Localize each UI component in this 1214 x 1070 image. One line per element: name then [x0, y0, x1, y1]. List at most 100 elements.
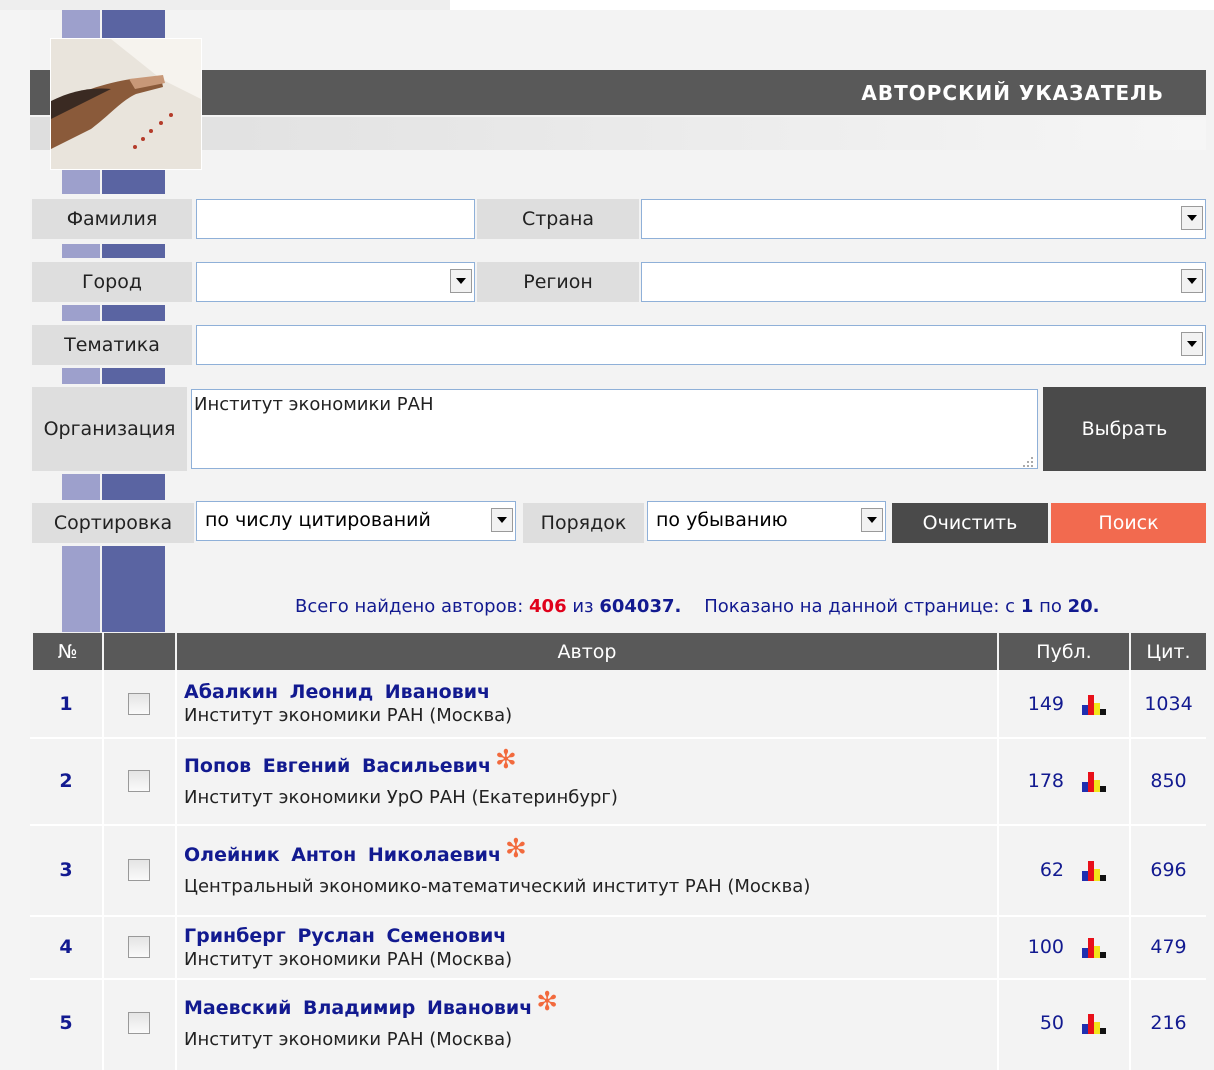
author-organization: Институт экономики РАН (Москва) [184, 705, 513, 726]
page-top-background [0, 0, 450, 10]
bar-chart-icon[interactable] [1082, 936, 1108, 958]
chevron-down-icon[interactable] [1181, 269, 1203, 293]
results-summary: Всего найдено авторов: 406 из 604037. По… [295, 596, 1100, 617]
table-row: 3 Олейник Антон Николаевич ✻ Центральный … [30, 827, 1206, 913]
row-number: 3 [59, 859, 73, 881]
country-select[interactable] [641, 199, 1206, 239]
resize-handle-icon[interactable] [1021, 452, 1035, 467]
citations-count-link[interactable]: 1034 [1131, 672, 1206, 735]
bar-chart-icon[interactable] [1082, 770, 1108, 792]
sort-select[interactable]: по числу цитирований [196, 501, 516, 541]
search-button[interactable]: Поиск [1051, 503, 1206, 543]
decor-stripe [102, 168, 165, 194]
row-divider [30, 824, 1206, 826]
column-header-num: № [33, 633, 102, 670]
row-number: 2 [59, 770, 73, 792]
city-select[interactable] [196, 262, 475, 302]
shown-from: 1 [1020, 596, 1034, 617]
organization-textarea[interactable]: Институт экономики РАН [191, 389, 1038, 469]
decor-stripe [102, 368, 165, 384]
row-number: 5 [59, 1012, 73, 1034]
chevron-down-icon[interactable] [1181, 206, 1203, 230]
citations-count-link[interactable]: 216 [1131, 981, 1206, 1065]
row-checkbox[interactable] [128, 1012, 150, 1034]
order-select[interactable]: по убыванию [647, 501, 886, 541]
clear-button[interactable]: Очистить [892, 503, 1048, 543]
row-divider [30, 978, 1206, 980]
bar-chart-icon[interactable] [1082, 693, 1108, 715]
publications-cell: 178 [1000, 740, 1108, 822]
column-header-publications[interactable]: Публ. [999, 633, 1129, 670]
table-row: 1 Абалкин Леонид Иванович Институт эконо… [30, 672, 1206, 735]
row-checkbox-cell [128, 918, 150, 976]
decor-stripe [102, 474, 165, 500]
column-header-citations[interactable]: Цит. [1131, 633, 1206, 670]
row-divider [30, 915, 1206, 917]
decor-stripe [62, 368, 100, 384]
citations-count-link[interactable]: 479 [1131, 918, 1206, 976]
author-name-link[interactable]: Попов Евгений Васильевич [184, 755, 491, 777]
publications-cell: 62 [1000, 827, 1108, 913]
region-select[interactable] [641, 262, 1206, 302]
found-count: 406 [529, 596, 567, 617]
citations-count-link[interactable]: 696 [1131, 827, 1206, 913]
author-organization: Институт экономики РАН (Москва) [184, 948, 513, 970]
decor-stripe [62, 546, 100, 632]
table-row: 5 Маевский Владимир Иванович ✻ Институт э… [30, 981, 1206, 1065]
publications-count-link[interactable]: 100 [1028, 936, 1064, 958]
choose-organization-button[interactable]: Выбрать [1043, 387, 1206, 471]
column-divider [102, 670, 104, 1070]
star-icon: ✻ [536, 986, 559, 1017]
star-icon: ✻ [505, 833, 527, 864]
author-organization: Центральный экономико-математический инс… [184, 875, 811, 897]
row-checkbox[interactable] [128, 692, 150, 715]
topic-select[interactable] [196, 325, 1206, 365]
country-label: Страна [477, 199, 639, 239]
bar-chart-icon[interactable] [1082, 1012, 1108, 1034]
row-checkbox[interactable] [128, 936, 150, 958]
publications-count-link[interactable]: 149 [1028, 693, 1064, 715]
publications-count-link[interactable]: 62 [1040, 859, 1064, 881]
author-organization: Институт экономики УрО РАН (Екатеринбург… [184, 786, 618, 808]
column-divider [997, 670, 999, 1070]
decor-stripe [102, 546, 165, 632]
citations-count-link[interactable]: 850 [1131, 740, 1206, 822]
surname-input[interactable] [196, 199, 475, 239]
surname-label: Фамилия [32, 199, 192, 239]
organization-label: Организация [32, 387, 187, 471]
star-icon: ✻ [495, 744, 517, 775]
row-number: 1 [59, 692, 73, 715]
chevron-down-icon[interactable] [450, 269, 472, 293]
chevron-down-icon[interactable] [861, 508, 883, 532]
author-name-link[interactable]: Маевский Владимир Иванович [184, 997, 532, 1019]
chevron-down-icon[interactable] [1181, 332, 1203, 356]
row-checkbox[interactable] [128, 859, 150, 881]
row-number: 4 [59, 936, 73, 958]
author-cell: Олейник Антон Николаевич ✻ Центральный эк… [184, 827, 810, 913]
author-name-link[interactable]: Абалкин Леонид Иванович [184, 681, 490, 703]
author-cell: Гринберг Руслан Семенович Институт эконо… [184, 918, 512, 976]
summary-of: из [572, 596, 594, 617]
column-header-author[interactable]: Автор [177, 633, 997, 670]
row-checkbox[interactable] [128, 770, 150, 792]
decor-stripe [102, 244, 165, 258]
chevron-down-icon[interactable] [491, 508, 513, 532]
summary-shown-prefix: Показано на данной странице: с [704, 596, 1016, 617]
bar-chart-icon[interactable] [1082, 859, 1108, 881]
publications-count-link[interactable]: 178 [1028, 770, 1064, 792]
decor-stripe [62, 474, 100, 500]
publications-count-link[interactable]: 50 [1040, 1012, 1064, 1034]
summary-to-word: по [1039, 596, 1062, 617]
author-name-link[interactable]: Олейник Антон Николаевич [184, 844, 501, 866]
column-divider [175, 670, 177, 1070]
author-cell: Абалкин Леонид Иванович Институт экономи… [184, 672, 512, 735]
author-name-link[interactable]: Гринберг Руслан Семенович [184, 925, 506, 947]
city-label: Город [32, 262, 192, 302]
row-checkbox-cell [128, 981, 150, 1065]
title-gradient-bar [30, 117, 1206, 150]
publications-cell: 149 [1000, 672, 1108, 735]
author-cell: Маевский Владимир Иванович ✻ Институт эко… [184, 981, 558, 1065]
author-organization: Институт экономики РАН (Москва) [184, 1028, 513, 1050]
region-label: Регион [477, 262, 639, 302]
row-checkbox-cell [128, 740, 150, 822]
